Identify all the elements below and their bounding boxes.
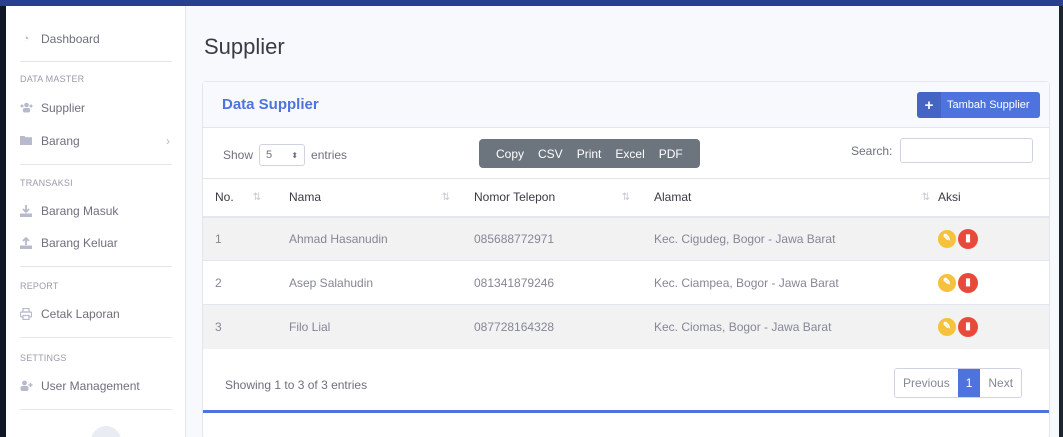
sidebar-item-user-management[interactable]: User Management	[20, 376, 170, 396]
search-input[interactable]	[900, 138, 1033, 163]
column-header-nama[interactable]: Nama ⇅	[269, 178, 458, 218]
sidebar-heading-settings: SETTINGS	[20, 353, 67, 363]
select-arrows-icon: ⬍	[291, 150, 299, 160]
download-icon	[20, 205, 32, 217]
sidebar-item-supplier[interactable]: Supplier	[20, 98, 170, 118]
cell-nama: Filo Lial	[269, 304, 458, 349]
entries-length-control: Show 5 ⬍ entries	[223, 144, 347, 166]
sidebar-item-barang-masuk[interactable]: Barang Masuk	[20, 201, 170, 221]
excel-button[interactable]: Excel	[615, 147, 644, 161]
sidebar-toggle-button[interactable]	[91, 426, 121, 437]
sidebar-heading-transaksi: TRANSAKSI	[20, 178, 73, 188]
sort-icon: ⇅	[621, 192, 630, 203]
print-icon	[19, 307, 33, 321]
next-button[interactable]: Next	[980, 369, 1022, 397]
sidebar-item-label: Barang	[41, 134, 80, 148]
table-row: 3 Filo Lial 087728164328 Kec. Ciomas, Bo…	[203, 304, 1049, 349]
page-title: Supplier	[204, 34, 285, 59]
print-button[interactable]: Print	[577, 147, 602, 161]
sidebar-divider	[20, 337, 172, 338]
show-label: Show	[223, 148, 254, 162]
sort-icon: ⇅	[921, 192, 930, 203]
column-header-no[interactable]: No. ⇅	[203, 178, 269, 218]
cell-alamat: Kec. Ciomas, Bogor - Jawa Barat	[638, 304, 938, 349]
cell-alamat: Kec. Cigudeg, Bogor - Jawa Barat	[638, 216, 938, 261]
sidebar: ◔ Dashboard DATA MASTER Supplier Barang …	[6, 6, 186, 437]
search-label: Search:	[851, 144, 893, 158]
sidebar-item-barang-keluar[interactable]: Barang Keluar	[20, 233, 170, 253]
export-button-group: Copy CSV Print Excel PDF	[479, 139, 700, 168]
sidebar-item-label: Dashboard	[41, 32, 100, 46]
sidebar-item-cetak-laporan[interactable]: Cetak Laporan	[19, 304, 170, 324]
card-title: Data Supplier	[222, 96, 319, 113]
edit-icon[interactable]: ✎	[938, 317, 956, 336]
cell-nama: Ahmad Hasanudin	[269, 216, 458, 261]
card-bottom-border	[203, 410, 1049, 413]
column-header-telepon[interactable]: Nomor Telepon ⇅	[458, 178, 638, 218]
edit-icon[interactable]: ✎	[938, 273, 956, 292]
cell-telepon: 085688772971	[458, 216, 638, 261]
trash-icon[interactable]: ▮	[958, 272, 978, 293]
copy-button[interactable]: Copy	[496, 147, 524, 161]
pagination: Previous 1 Next	[894, 368, 1023, 398]
cell-aksi: ✎ ▮	[938, 304, 1049, 349]
cell-no: 3	[203, 304, 269, 349]
plus-icon: +	[917, 92, 941, 118]
add-supplier-button[interactable]: + Tambah Supplier	[917, 92, 1040, 118]
trash-icon[interactable]: ▮	[958, 316, 978, 337]
pdf-button[interactable]: PDF	[659, 147, 683, 161]
entries-select[interactable]: 5 ⬍	[259, 144, 306, 166]
edit-icon[interactable]: ✎	[938, 229, 956, 248]
cell-aksi: ✎ ▮	[938, 216, 1049, 261]
card-header: Data Supplier + Tambah Supplier	[203, 82, 1049, 128]
sidebar-divider	[20, 266, 172, 267]
right-edge	[1059, 6, 1063, 437]
users-icon	[20, 102, 33, 114]
cell-alamat: Kec. Ciampea, Bogor - Jawa Barat	[638, 260, 938, 305]
sidebar-item-dashboard[interactable]: ◔ Dashboard	[20, 29, 170, 49]
previous-button[interactable]: Previous	[895, 369, 958, 397]
sidebar-item-label: Supplier	[41, 101, 86, 115]
sidebar-item-label: Cetak Laporan	[41, 307, 120, 321]
trash-icon[interactable]: ▮	[958, 228, 978, 249]
chevron-right-icon: ›	[166, 134, 170, 148]
cell-no: 2	[203, 260, 269, 305]
column-header-alamat[interactable]: Alamat ⇅	[638, 178, 938, 218]
sort-icon: ⇅	[252, 192, 261, 203]
upload-icon	[20, 236, 32, 249]
sidebar-item-label: Barang Keluar	[41, 236, 118, 250]
dashboard-icon: ◔	[22, 33, 30, 45]
entries-select-value: 5	[266, 149, 273, 161]
cell-aksi: ✎ ▮	[938, 260, 1049, 305]
table-info: Showing 1 to 3 of 3 entries	[225, 378, 368, 392]
table-header-row: No. ⇅ Nama ⇅ Nomor Telepon ⇅ Alamat ⇅ Aksi	[203, 178, 1049, 218]
supplier-card: Data Supplier + Tambah Supplier Show 5 ⬍…	[202, 81, 1050, 437]
page-1-button[interactable]: 1	[957, 369, 981, 397]
user-plus-icon	[20, 380, 33, 392]
cell-no: 1	[203, 216, 269, 261]
sidebar-divider	[20, 61, 172, 62]
sidebar-item-label: Barang Masuk	[41, 204, 119, 218]
sidebar-heading-report: REPORT	[20, 281, 59, 291]
cell-telepon: 081341879246	[458, 260, 638, 305]
cell-nama: Asep Salahudin	[269, 260, 458, 305]
table-row: 2 Asep Salahudin 081341879246 Kec. Ciamp…	[203, 260, 1049, 305]
sidebar-heading-master: DATA MASTER	[20, 74, 85, 84]
supplier-table: No. ⇅ Nama ⇅ Nomor Telepon ⇅ Alamat ⇅ Aksi 1…	[203, 178, 1049, 349]
add-supplier-label: Tambah Supplier	[947, 99, 1030, 111]
sort-icon: ⇅	[441, 192, 450, 203]
sidebar-item-barang[interactable]: Barang ›	[20, 131, 170, 151]
cell-telepon: 087728164328	[458, 304, 638, 349]
csv-button[interactable]: CSV	[538, 147, 563, 161]
column-header-aksi: Aksi	[938, 178, 1049, 218]
sidebar-divider	[20, 164, 172, 165]
sidebar-item-label: User Management	[41, 379, 140, 393]
sidebar-divider	[20, 409, 172, 410]
folder-icon	[20, 135, 32, 147]
table-row: 1 Ahmad Hasanudin 085688772971 Kec. Cigu…	[203, 216, 1049, 261]
entries-label: entries	[311, 148, 348, 162]
